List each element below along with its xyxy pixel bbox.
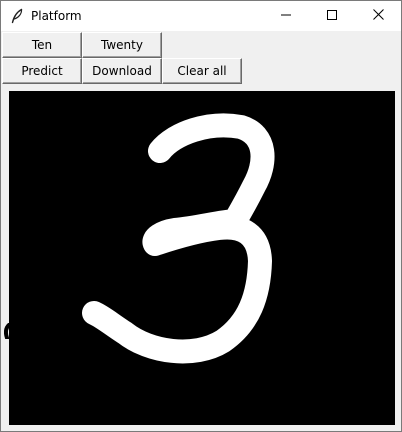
window-title: Platform <box>31 9 82 23</box>
clear-all-button[interactable]: Clear all <box>162 58 242 84</box>
maximize-button[interactable] <box>309 1 355 31</box>
download-button[interactable]: Download <box>82 58 162 84</box>
maximize-icon <box>327 9 337 23</box>
title-bar[interactable]: Platform <box>1 1 401 31</box>
minimize-button[interactable] <box>263 1 309 31</box>
predict-button[interactable]: Predict <box>2 58 82 84</box>
handwritten-digit-stroke <box>82 113 275 364</box>
canvas-drawing <box>82 113 275 364</box>
twenty-button[interactable]: Twenty <box>82 32 162 58</box>
drawing-canvas[interactable] <box>9 91 395 425</box>
app-window: Platform Ten Twenty Predict Download Cle… <box>0 0 402 432</box>
close-icon <box>372 9 384 23</box>
close-button[interactable] <box>355 1 401 31</box>
feather-icon <box>9 8 25 24</box>
minimize-icon <box>281 9 291 23</box>
ten-button[interactable]: Ten <box>2 32 82 58</box>
